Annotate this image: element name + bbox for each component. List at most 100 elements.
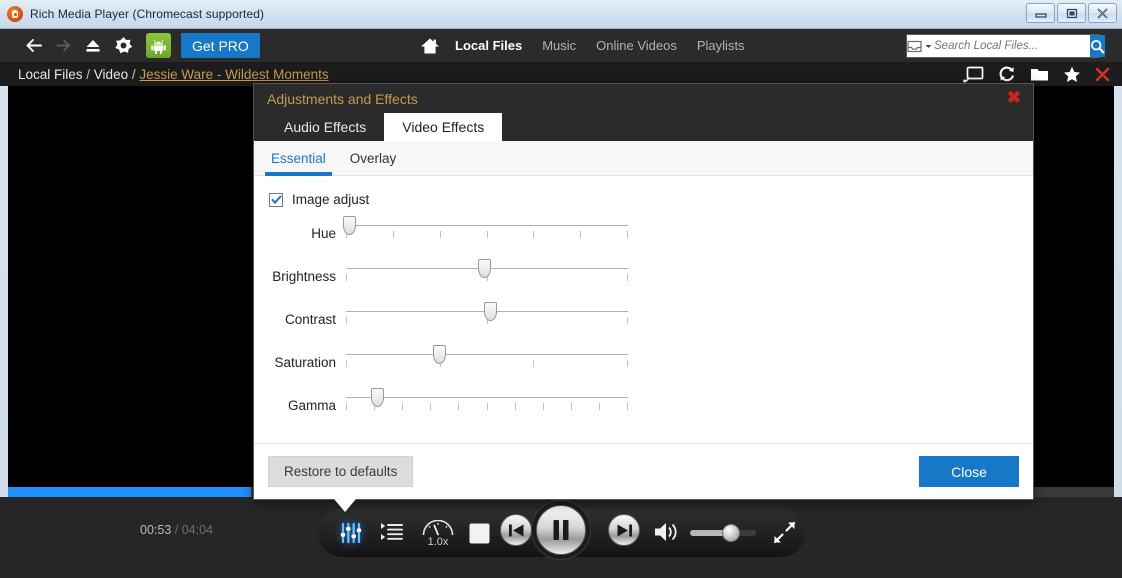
slider-tick xyxy=(598,403,600,410)
restore-defaults-button[interactable]: Restore to defaults xyxy=(268,456,414,487)
slider-label: Hue xyxy=(311,226,336,241)
slider-tick xyxy=(392,231,394,238)
refresh-icon[interactable] xyxy=(998,65,1016,83)
nav-link-music[interactable]: Music xyxy=(532,38,586,53)
adjustments-effects-dialog: Adjustments and Effects ✖ Audio Effects … xyxy=(253,83,1034,500)
search-input[interactable] xyxy=(932,35,1090,57)
dialog-titlebar: Adjustments and Effects ✖ xyxy=(254,84,1033,113)
slider-tick xyxy=(439,231,441,238)
stop-icon[interactable] xyxy=(468,522,490,544)
previous-track-icon[interactable] xyxy=(500,514,532,546)
star-icon[interactable] xyxy=(1063,66,1081,83)
window-buttons xyxy=(1026,3,1117,23)
eject-icon[interactable] xyxy=(78,34,108,58)
image-adjust-row[interactable]: Image adjust xyxy=(254,192,1033,207)
slider-track xyxy=(346,225,628,226)
time-separator: / xyxy=(171,523,182,537)
window-title: Rich Media Player (Chromecast supported) xyxy=(30,7,265,21)
slider-saturation[interactable] xyxy=(346,345,628,380)
breadcrumb-file[interactable]: Jessie Ware - Wildest Moments xyxy=(139,67,328,82)
slider-gamma[interactable] xyxy=(346,388,628,423)
slider-contrast[interactable] xyxy=(346,302,628,337)
close-x-icon[interactable] xyxy=(1095,67,1110,82)
slider-row: Saturation xyxy=(254,345,1033,389)
slider-tick xyxy=(346,317,347,324)
volume-knob[interactable] xyxy=(722,524,740,542)
get-pro-button[interactable]: Get PRO xyxy=(181,33,260,58)
total-time: 04:04 xyxy=(181,523,213,537)
nav-link-playlists[interactable]: Playlists xyxy=(687,38,755,53)
volume-slider[interactable] xyxy=(690,524,756,542)
slider-row: Brightness xyxy=(254,259,1033,303)
slider-tick xyxy=(627,274,628,281)
slider-label: Contrast xyxy=(284,312,336,327)
application-window: Rich Media Player (Chromecast supported) xyxy=(0,0,1122,578)
slider-thumb[interactable] xyxy=(433,345,447,364)
slider-ticks xyxy=(346,360,628,368)
speed-gauge-icon[interactable]: 1.0x xyxy=(418,517,458,550)
home-icon[interactable] xyxy=(415,37,445,55)
close-button[interactable] xyxy=(1088,3,1117,23)
nav-link-online-videos[interactable]: Online Videos xyxy=(586,38,687,53)
chevron-down-icon xyxy=(925,44,932,48)
slider-tick xyxy=(486,231,488,238)
back-arrow-icon[interactable] xyxy=(18,34,48,58)
equalizer-icon[interactable] xyxy=(334,516,368,550)
slider-tick xyxy=(627,403,628,410)
transport-controls: 1.0x xyxy=(318,505,805,557)
image-adjust-label: Image adjust xyxy=(292,192,370,207)
tab-audio-effects[interactable]: Audio Effects xyxy=(266,113,384,141)
slider-hue[interactable] xyxy=(342,216,628,251)
search-icon xyxy=(1090,39,1105,53)
breadcrumb-root[interactable]: Local Files xyxy=(18,67,83,82)
search-button[interactable] xyxy=(1090,35,1105,57)
slider-thumb[interactable] xyxy=(483,302,497,321)
search-scope-selector[interactable] xyxy=(907,35,932,57)
slider-thumb[interactable] xyxy=(371,388,385,407)
slider-tick xyxy=(580,231,582,238)
breadcrumb-separator-2: / xyxy=(128,66,140,82)
dialog-footer: Restore to defaults Close xyxy=(254,443,1033,499)
current-time: 00:53 xyxy=(140,523,172,537)
cast-icon[interactable] xyxy=(963,66,984,83)
dialog-close-icon[interactable]: ✖ xyxy=(1007,89,1021,107)
slider-tick xyxy=(570,403,572,410)
slider-brightness[interactable] xyxy=(346,259,628,294)
slider-tick xyxy=(346,403,347,410)
inbox-icon xyxy=(907,40,922,52)
slider-track xyxy=(346,397,628,398)
maximize-button[interactable] xyxy=(1057,3,1086,23)
slider-tick xyxy=(542,403,544,410)
tab-video-effects[interactable]: Video Effects xyxy=(384,113,503,141)
nav-link-local-files[interactable]: Local Files xyxy=(445,38,532,53)
app-logo-icon xyxy=(7,6,23,22)
subtab-essential[interactable]: Essential xyxy=(265,141,332,176)
image-adjust-checkbox[interactable] xyxy=(269,192,283,207)
folder-icon[interactable] xyxy=(1030,66,1049,82)
dialog-body: Image adjust Hue Brightness Contrast Satura… xyxy=(254,176,1033,443)
seek-bar-fill xyxy=(8,487,252,497)
next-track-icon[interactable] xyxy=(608,514,640,546)
window-titlebar: Rich Media Player (Chromecast supported) xyxy=(0,0,1122,29)
main-nav: Local Files Music Online Videos Playlist… xyxy=(415,29,755,62)
gear-icon[interactable] xyxy=(108,34,138,58)
subtab-overlay[interactable]: Overlay xyxy=(347,141,400,176)
slider-tick xyxy=(627,231,628,238)
volume-icon[interactable] xyxy=(654,521,682,543)
slider-thumb[interactable] xyxy=(342,216,356,235)
pause-icon[interactable] xyxy=(536,505,586,555)
slider-tick xyxy=(627,360,628,367)
speed-label: 1.0x xyxy=(427,535,449,548)
breadcrumb-folder[interactable]: Video xyxy=(94,67,128,82)
slider-track xyxy=(346,354,628,355)
fullscreen-icon[interactable] xyxy=(773,521,796,544)
breadcrumb-actions xyxy=(963,65,1110,83)
minimize-button[interactable] xyxy=(1026,3,1055,23)
dialog-close-button[interactable]: Close xyxy=(919,456,1019,487)
dialog-tabs: Audio Effects Video Effects xyxy=(254,113,1033,141)
android-icon[interactable] xyxy=(146,33,171,58)
image-adjust-sliders: Hue Brightness Contrast Saturation Gamma xyxy=(254,216,1033,432)
slider-row: Gamma xyxy=(254,388,1033,432)
playlist-icon[interactable] xyxy=(376,518,408,548)
slider-row: Contrast xyxy=(254,302,1033,346)
